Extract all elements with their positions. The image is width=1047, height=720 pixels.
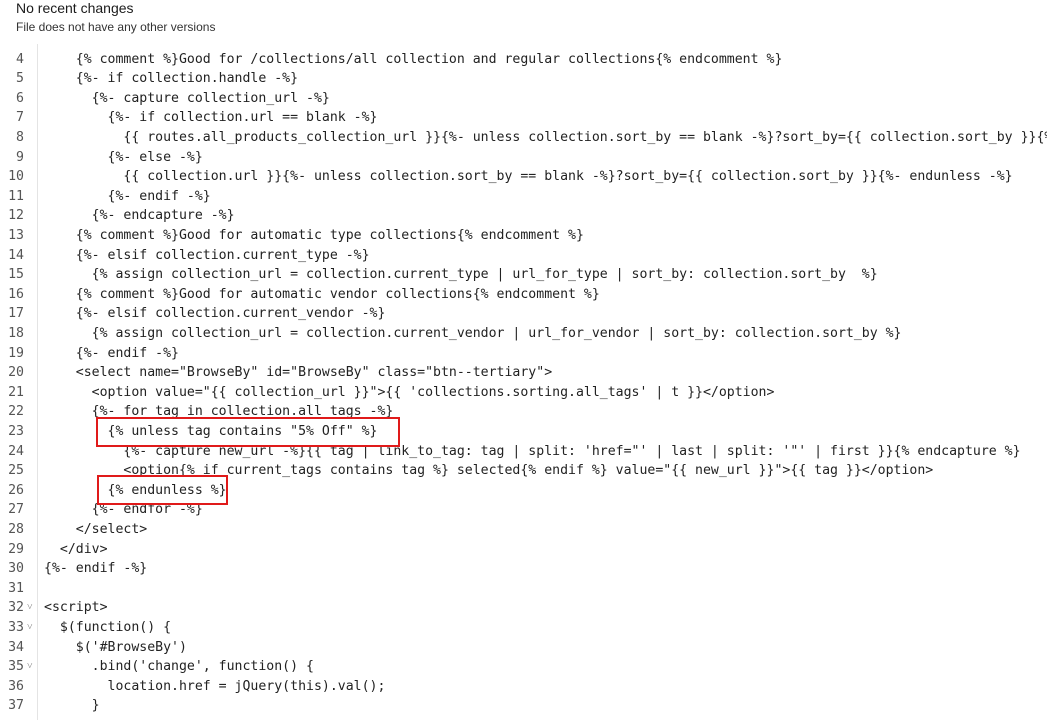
- code-text: {% comment %}Good for /collections/all c…: [44, 51, 783, 67]
- line-number: 30: [8, 561, 24, 577]
- code-line: 4 {% comment %}Good for /collections/all…: [0, 50, 1047, 70]
- line-number: 33: [8, 619, 24, 635]
- line-number: 20: [8, 365, 24, 381]
- line-number: 16: [8, 286, 24, 302]
- line-number: 31: [8, 580, 24, 596]
- code-text: .bind('change', function() {: [44, 659, 314, 675]
- code-text: {%- elsif collection.current_type -%}: [44, 247, 370, 263]
- code-line: 10 {{ collection.url }}{%- unless collec…: [0, 167, 1047, 187]
- code-text: </select>: [44, 521, 148, 537]
- highlight-box-endunless: [97, 475, 228, 505]
- highlight-box-unless: [96, 417, 400, 447]
- code-line: 13 {% comment %}Good for automatic type …: [0, 226, 1047, 246]
- code-line: 6 {%- capture collection_url -%}: [0, 89, 1047, 109]
- code-text: {% assign collection_url = collection.cu…: [44, 325, 902, 341]
- code-line: 37 }: [0, 696, 1047, 716]
- line-number: 27: [8, 502, 24, 518]
- code-text: {{ collection.url }}{%- unless collectio…: [44, 169, 1013, 185]
- line-number: 37: [8, 698, 24, 714]
- code-text: {%- endif -%}: [44, 345, 179, 361]
- code-text: {%- else -%}: [44, 149, 203, 165]
- line-number: 23: [8, 423, 24, 439]
- fold-chevron-down-icon[interactable]: ˅: [27, 618, 35, 638]
- code-line: 17 {%- elsif collection.current_vendor -…: [0, 304, 1047, 324]
- code-text: location.href = jQuery(this).val();: [44, 678, 386, 694]
- code-text: $(function() {: [44, 619, 172, 635]
- line-number: 18: [8, 325, 24, 341]
- fold-chevron-down-icon[interactable]: ˅: [27, 657, 35, 677]
- code-line: 30 {%- endif -%}: [0, 559, 1047, 579]
- code-line: 20 <select name="BrowseBy" id="BrowseBy"…: [0, 363, 1047, 383]
- line-number: 21: [8, 384, 24, 400]
- code-text: {%- elsif collection.current_vendor -%}: [44, 306, 386, 322]
- fold-chevron-down-icon[interactable]: ˅: [27, 598, 35, 618]
- line-number: 15: [8, 267, 24, 283]
- line-number: 35: [8, 659, 24, 675]
- code-line: 33 ˅ $(function() {: [0, 618, 1047, 638]
- line-number: 29: [8, 541, 24, 557]
- code-line: 12 {%- endcapture -%}: [0, 206, 1047, 226]
- code-line: 11 {%- endif -%}: [0, 187, 1047, 207]
- code-line: 7 {%- if collection.url == blank -%}: [0, 108, 1047, 128]
- line-number: 5: [16, 71, 24, 87]
- code-text: {% comment %}Good for automatic type col…: [44, 227, 584, 243]
- code-line: 19 {%- endif -%}: [0, 344, 1047, 364]
- line-number: 32: [8, 600, 24, 616]
- code-line: 35 ˅ .bind('change', function() {: [0, 657, 1047, 677]
- code-text: <option value="{{ collection_url }}">{{ …: [44, 384, 775, 400]
- code-line: 34 $('#BrowseBy'): [0, 638, 1047, 658]
- line-number: 19: [8, 345, 24, 361]
- code-text: {%- endcapture -%}: [44, 208, 235, 224]
- code-text: }: [44, 698, 100, 714]
- line-number: 25: [8, 463, 24, 479]
- version-status-title: No recent changes: [16, 0, 134, 16]
- line-number: 12: [8, 208, 24, 224]
- line-number: 28: [8, 521, 24, 537]
- line-number: 8: [16, 129, 24, 145]
- code-line: 5 {%- if collection.handle -%}: [0, 69, 1047, 89]
- version-header: No recent changes File does not have any…: [0, 0, 1047, 44]
- line-number: 14: [8, 247, 24, 263]
- code-text: {%- if collection.url == blank -%}: [44, 110, 378, 126]
- code-text: {% comment %}Good for automatic vendor c…: [44, 286, 600, 302]
- line-number: 13: [8, 227, 24, 243]
- code-line: 8 {{ routes.all_products_collection_url …: [0, 128, 1047, 148]
- code-line: 15 {% assign collection_url = collection…: [0, 265, 1047, 285]
- code-text: {%- endif -%}: [44, 561, 148, 577]
- code-line: 21 <option value="{{ collection_url }}">…: [0, 383, 1047, 403]
- code-text: <select name="BrowseBy" id="BrowseBy" cl…: [44, 365, 553, 381]
- line-number: 10: [8, 169, 24, 185]
- code-text: </div>: [44, 541, 108, 557]
- code-line: 16 {% comment %}Good for automatic vendo…: [0, 285, 1047, 305]
- code-line: 28 </select>: [0, 520, 1047, 540]
- line-number: 7: [16, 110, 24, 126]
- code-line: 31: [0, 579, 1047, 599]
- code-text: $('#BrowseBy'): [44, 639, 187, 655]
- code-text: <script>: [44, 600, 108, 616]
- code-editor[interactable]: 4 {% comment %}Good for /collections/all…: [0, 44, 1047, 720]
- code-line: 14 {%- elsif collection.current_type -%}: [0, 246, 1047, 266]
- code-text: {% assign collection_url = collection.cu…: [44, 267, 878, 283]
- code-text: {{ routes.all_products_collection_url }}…: [44, 129, 1047, 145]
- code-text: {%- if collection.handle -%}: [44, 71, 299, 87]
- code-text: {%- capture collection_url -%}: [44, 90, 330, 106]
- line-number: 17: [8, 306, 24, 322]
- code-text: {%- endif -%}: [44, 188, 211, 204]
- line-number: 4: [16, 51, 24, 67]
- line-number: 6: [16, 90, 24, 106]
- line-number: 26: [8, 482, 24, 498]
- code-line: 18 {% assign collection_url = collection…: [0, 324, 1047, 344]
- line-number: 34: [8, 639, 24, 655]
- version-status-subtitle: File does not have any other versions: [16, 20, 216, 34]
- line-number: 22: [8, 404, 24, 420]
- code-line: 9 {%- else -%}: [0, 148, 1047, 168]
- code-line: 32 ˅ <script>: [0, 598, 1047, 618]
- line-number: 36: [8, 678, 24, 694]
- code-line: 36 location.href = jQuery(this).val();: [0, 677, 1047, 697]
- line-number: 9: [16, 149, 24, 165]
- line-number: 11: [8, 188, 24, 204]
- code-line: 29 </div>: [0, 540, 1047, 560]
- line-number: 24: [8, 443, 24, 459]
